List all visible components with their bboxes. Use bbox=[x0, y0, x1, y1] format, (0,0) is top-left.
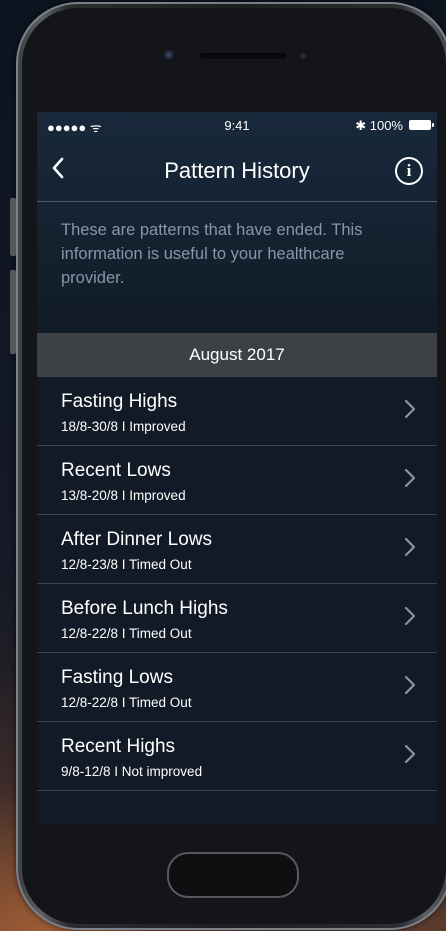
volume-down-button bbox=[10, 270, 16, 354]
pattern-row[interactable]: After Dinner Lows 12/8-23/8 I Timed Out bbox=[37, 515, 437, 584]
nav-divider bbox=[37, 201, 437, 202]
pattern-subtitle: 12/8-22/8 I Timed Out bbox=[61, 626, 192, 641]
intro-text: These are patterns that have ended. This… bbox=[61, 221, 363, 287]
page-title: Pattern History bbox=[164, 158, 310, 183]
pattern-row[interactable]: Recent Highs 9/8-12/8 I Not improved bbox=[37, 722, 437, 791]
battery-percent: ✱ 100% bbox=[355, 118, 403, 133]
navigation-bar: Pattern History i bbox=[37, 138, 437, 202]
home-button[interactable] bbox=[167, 852, 299, 898]
chevron-right-icon bbox=[403, 742, 417, 766]
chevron-right-icon bbox=[403, 673, 417, 697]
pattern-subtitle: 9/8-12/8 I Not improved bbox=[61, 764, 203, 779]
front-camera bbox=[164, 50, 176, 62]
proximity-sensor bbox=[300, 53, 306, 59]
pattern-row[interactable]: Recent Lows 13/8-20/8 I Improved bbox=[37, 446, 437, 515]
pattern-row[interactable]: Fasting Lows 12/8-22/8 I Timed Out bbox=[37, 653, 437, 722]
app-screen: ●●●●● ᯤ 9:41 ✱ 100% Pattern History i Th… bbox=[37, 112, 437, 824]
status-bar: ●●●●● ᯤ 9:41 ✱ 100% bbox=[37, 112, 437, 138]
pattern-subtitle: 12/8-22/8 I Timed Out bbox=[61, 695, 192, 710]
chevron-right-icon bbox=[403, 466, 417, 490]
pattern-subtitle: 13/8-20/8 I Improved bbox=[61, 488, 186, 503]
pattern-title: Recent Highs bbox=[61, 736, 176, 757]
pattern-row[interactable]: Fasting Highs 18/8-30/8 I Improved bbox=[37, 377, 437, 446]
chevron-right-icon bbox=[403, 535, 417, 559]
pattern-row[interactable]: Before Lunch Highs 12/8-22/8 I Timed Out bbox=[37, 584, 437, 653]
earpiece-speaker bbox=[200, 53, 286, 59]
pattern-title: Fasting Lows bbox=[61, 667, 173, 688]
pattern-list: Fasting Highs 18/8-30/8 I Improved Recen… bbox=[37, 377, 437, 791]
pattern-title: After Dinner Lows bbox=[61, 529, 213, 550]
header-area: ●●●●● ᯤ 9:41 ✱ 100% Pattern History i Th… bbox=[37, 112, 437, 333]
month-section-header: August 2017 bbox=[37, 333, 437, 377]
info-button[interactable]: i bbox=[395, 157, 423, 185]
pattern-title: Before Lunch Highs bbox=[61, 598, 228, 619]
pattern-subtitle: 18/8-30/8 I Improved bbox=[61, 419, 186, 434]
volume-up-button bbox=[10, 198, 16, 256]
battery-icon bbox=[409, 120, 434, 130]
info-circle-icon: i bbox=[406, 161, 412, 180]
pattern-title: Fasting Highs bbox=[61, 391, 178, 412]
chevron-right-icon bbox=[403, 397, 417, 421]
pattern-subtitle: 12/8-23/8 I Timed Out bbox=[61, 557, 192, 572]
chevron-right-icon bbox=[403, 604, 417, 628]
pattern-title: Recent Lows bbox=[61, 460, 171, 481]
